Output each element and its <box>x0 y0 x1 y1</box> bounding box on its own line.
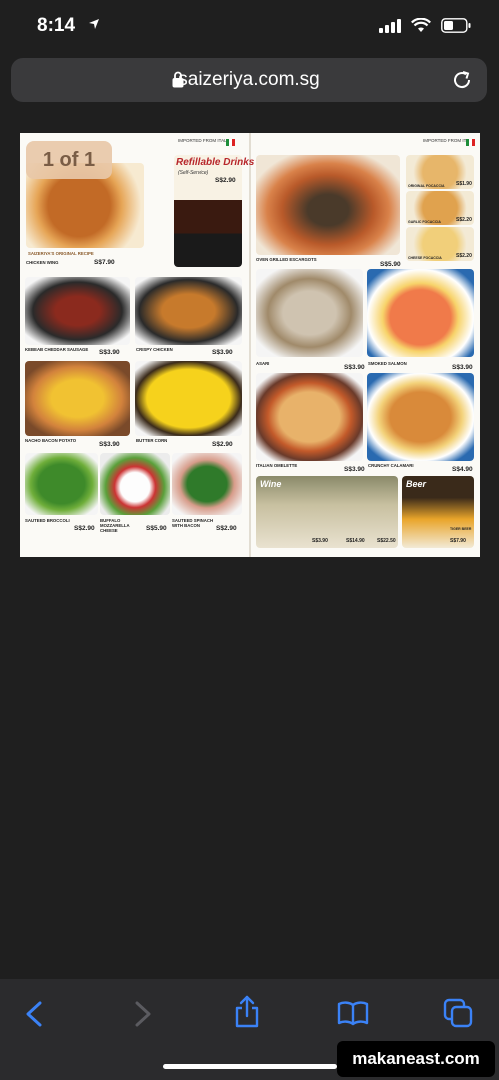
crispy-chicken-price: S$3.90 <box>212 349 233 356</box>
forward-icon[interactable] <box>133 1000 153 1028</box>
location-arrow-icon <box>89 19 99 29</box>
wifi-icon <box>411 18 431 32</box>
url-text[interactable]: saizeriya.com.sg <box>11 69 487 91</box>
buffalo-mozzarella-image <box>100 453 170 515</box>
back-icon[interactable] <box>24 1000 44 1028</box>
italian-omelette-price: S$3.90 <box>344 466 365 473</box>
crunchy-calamari-price: S$4.90 <box>452 466 473 473</box>
smoked-salmon-name: SMOKED SALMON <box>368 361 407 366</box>
battery-icon <box>441 18 471 33</box>
watermark: makaneast.com <box>337 1041 495 1077</box>
home-indicator <box>163 1064 337 1069</box>
reload-icon[interactable] <box>451 69 473 91</box>
bookmarks-icon[interactable] <box>337 1000 369 1026</box>
escargots-name: OVEN GRILLED ESCARGOTS <box>256 257 317 262</box>
sauteed-spinach-image <box>172 453 242 515</box>
cheese-focaccia-name: CHEESE FOCACCIA <box>408 256 442 260</box>
smoked-salmon-image <box>367 269 474 357</box>
chicken-wing-note: SAIZERIYA'S ORIGINAL RECIPE <box>28 251 94 256</box>
buffalo-mozzarella-price: S$5.90 <box>146 525 167 532</box>
nacho-bacon-potato-price: S$3.90 <box>99 441 120 448</box>
address-bar[interactable]: saizeriya.com.sg <box>11 58 487 102</box>
page-spine <box>249 133 251 557</box>
italy-flag-icon <box>226 139 235 146</box>
status-bar: 8:14 <box>0 0 499 52</box>
header-imported-left: IMPORTED FROM ITALY <box>178 138 230 143</box>
beer-price: S$7.90 <box>450 538 466 544</box>
drinks-subtitle: (Self-Service) <box>178 170 209 176</box>
wine-price-1: S$3.90 <box>312 538 328 544</box>
wine-price-3: S$22.50 <box>377 538 396 544</box>
nacho-bacon-potato-name: NACHO BACON POTATO <box>25 438 77 443</box>
nacho-bacon-potato-image <box>25 361 130 436</box>
drinks-price: S$2.90 <box>215 177 236 184</box>
asari-price: S$3.90 <box>344 364 365 371</box>
beer-label: Beer <box>406 479 427 489</box>
original-focaccia-name: ORIGINAL FOCACCIA <box>408 184 445 188</box>
kebeab-sausage-image <box>25 277 130 345</box>
escargots-price: S$5.90 <box>380 261 401 268</box>
butter-corn-name: BUTTER CORN <box>136 438 168 443</box>
menu-document[interactable]: 1 of 1 IMPORTED FROM ITALY IMPORTED FROM… <box>20 133 480 557</box>
chicken-wing-name: CHICKEN WING <box>26 260 59 265</box>
sauteed-broccoli-price: S$2.90 <box>74 525 95 532</box>
sauteed-spinach-name: SAUTEED SPINACH WITH BACON <box>172 518 214 528</box>
italy-flag-icon <box>466 139 475 146</box>
beer-name: TIGER BEER <box>450 527 472 531</box>
cheese-focaccia-price: S$2.20 <box>456 253 472 259</box>
kebeab-sausage-price: S$3.90 <box>99 349 120 356</box>
drinks-title: Refillable Drinks <box>176 157 255 168</box>
sauteed-broccoli-name: SAUTEED BROCCOLI <box>25 518 70 523</box>
asari-name: ASARI <box>256 361 270 366</box>
kebeab-sausage-name: KEBEAB CHEDDAR SAUSAGE <box>25 347 89 352</box>
crunchy-calamari-name: CRUNCHY CALAMARI <box>368 463 414 468</box>
sauteed-broccoli-image <box>25 453 98 515</box>
butter-corn-price: S$2.90 <box>212 441 233 448</box>
sauteed-spinach-price: S$2.90 <box>216 525 237 532</box>
smoked-salmon-price: S$3.90 <box>452 364 473 371</box>
buffalo-mozzarella-name: BUFFALO MOZZARELLA CHEESE <box>100 518 130 533</box>
crispy-chicken-image <box>135 277 242 345</box>
asari-image <box>256 269 363 357</box>
italian-omelette-image <box>256 373 363 461</box>
original-focaccia-price: S$1.90 <box>456 181 472 187</box>
crispy-chicken-name: CRISPY CHICKEN <box>136 347 173 352</box>
wine-price-2: S$14.90 <box>346 538 365 544</box>
page-indicator: 1 of 1 <box>26 141 112 179</box>
share-icon[interactable] <box>233 995 261 1029</box>
crunchy-calamari-image <box>367 373 474 461</box>
tabs-icon[interactable] <box>443 998 473 1028</box>
italian-omelette-name: ITALIAN OMELETTE <box>256 463 298 468</box>
chicken-wing-price: S$7.90 <box>94 259 115 266</box>
butter-corn-image <box>135 361 242 436</box>
garlic-focaccia-name: GARLIC FOCACCIA <box>408 220 441 224</box>
oven-grilled-escargots-image <box>256 155 400 255</box>
garlic-focaccia-price: S$2.20 <box>456 217 472 223</box>
cellular-signal-icon <box>379 18 401 33</box>
status-time: 8:14 <box>37 15 76 36</box>
wine-label: Wine <box>260 479 282 489</box>
